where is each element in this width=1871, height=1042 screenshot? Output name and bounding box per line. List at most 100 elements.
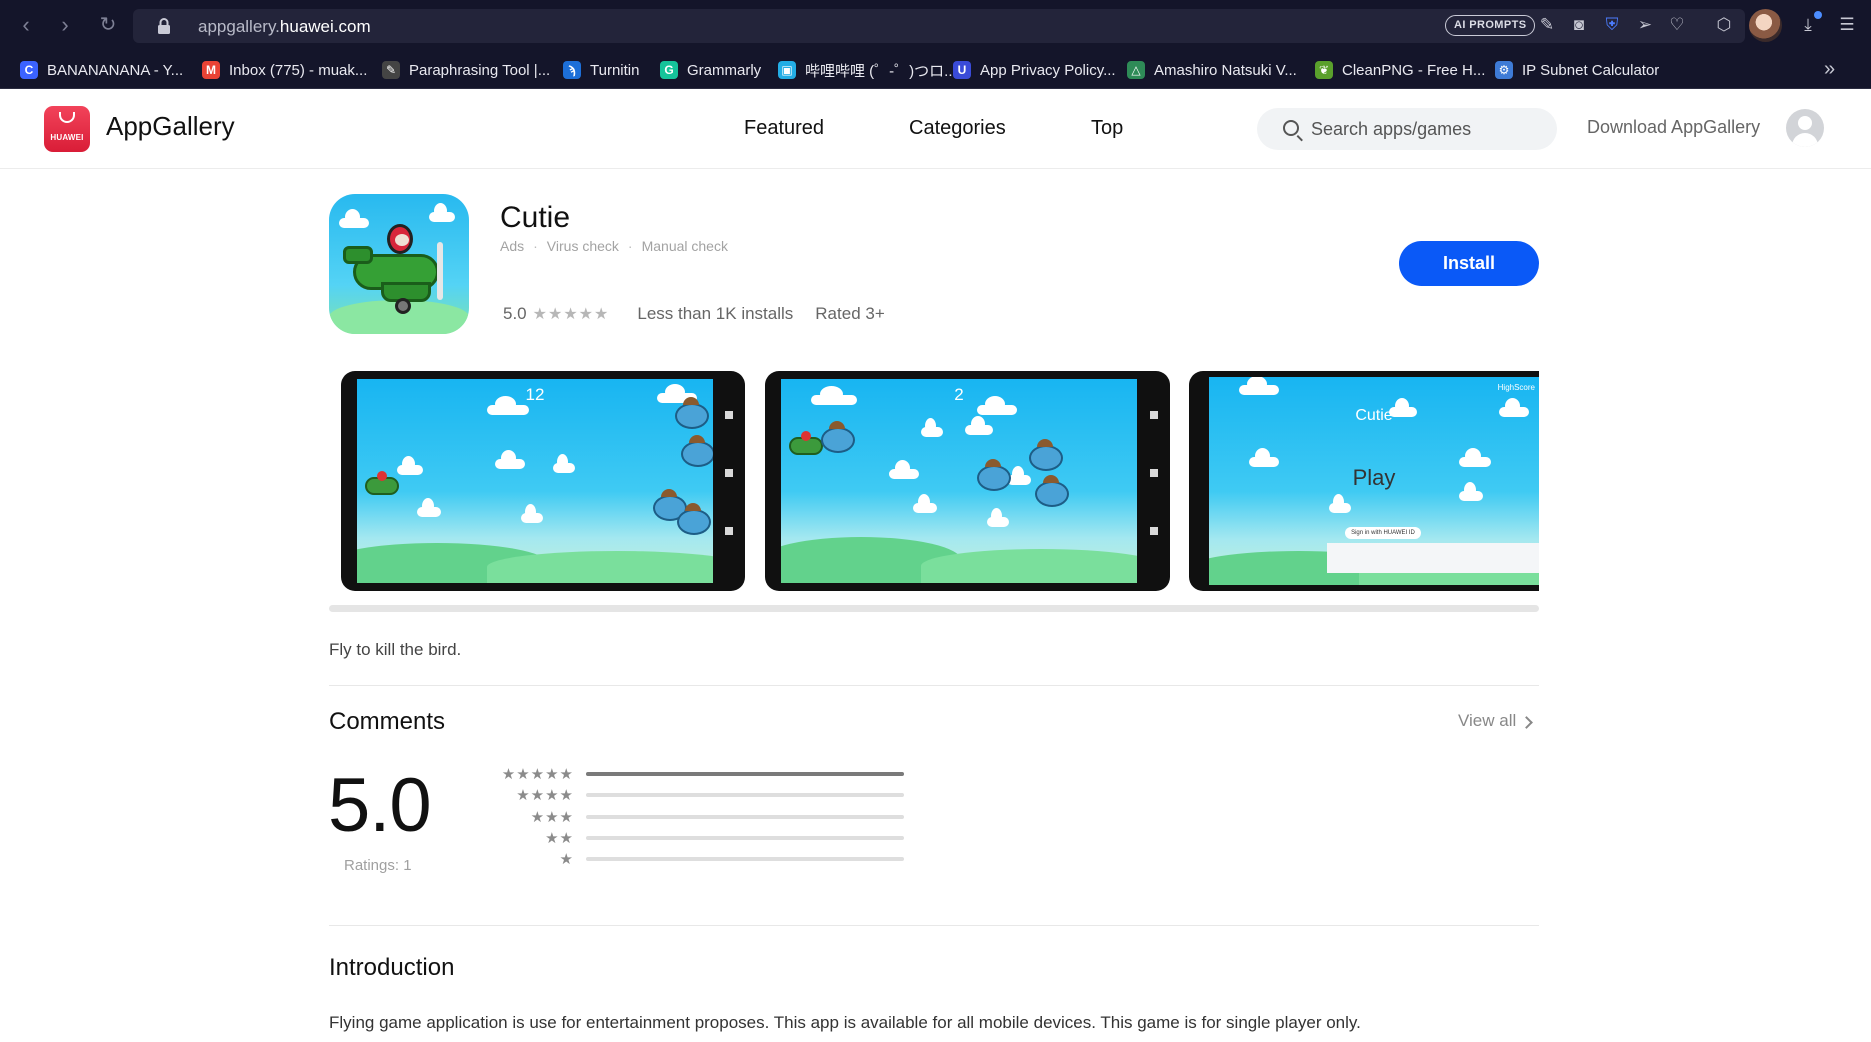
brand-name[interactable]: AppGallery <box>106 111 235 142</box>
reload-icon[interactable]: ↻ <box>96 13 120 37</box>
bookmark-label: Turnitin <box>590 61 640 79</box>
profile-avatar[interactable] <box>1749 9 1782 42</box>
back-icon[interactable]: ‹ <box>14 13 38 37</box>
browser-toolbar: ‹ › ↻ appgallery.huawei.com AI PROMPTS ✎… <box>0 0 1871 51</box>
app-age-rating: Rated 3+ <box>815 304 885 323</box>
app-title: Cutie <box>500 201 571 234</box>
distribution-stars-icon: ★★★★ <box>516 787 574 805</box>
bookmark-favicon-icon: ❦ <box>1315 61 1333 79</box>
lock-icon <box>158 18 170 34</box>
app-stats: 5.0 ★★★★★ Less than 1K installs Rated 3+ <box>503 304 885 324</box>
distribution-stars-icon: ★★ <box>545 829 574 847</box>
camera-icon[interactable]: ◙ <box>1568 14 1590 36</box>
distribution-row: ★★★★ <box>480 787 905 805</box>
nav-top[interactable]: Top <box>1091 117 1123 140</box>
edit-icon[interactable]: ✎ <box>1536 14 1558 36</box>
notification-dot <box>1814 11 1822 19</box>
bookmark-favicon-icon: U <box>953 61 971 79</box>
bookmark-label: Grammarly <box>687 61 762 79</box>
tag-ads: Ads <box>500 238 525 254</box>
screenshots-scrollbar[interactable] <box>329 605 1539 612</box>
forward-icon[interactable]: › <box>53 13 77 37</box>
screenshot-3[interactable]: HighScore Cutie Play Sign in with HUAWEI… <box>1189 371 1539 591</box>
bookmark-item[interactable]: G Grammarly <box>660 58 761 82</box>
bookmark-item[interactable]: U App Privacy Policy... <box>953 58 1116 82</box>
send-icon[interactable]: ➢ <box>1634 14 1656 36</box>
screenshot-2[interactable]: 2 <box>765 371 1170 591</box>
more-bookmarks-icon[interactable]: » <box>1824 58 1835 81</box>
bookmark-item[interactable]: ▣ 哔哩哔哩 (゜-゜)つロ... <box>778 58 957 82</box>
bookmark-label: 哔哩哔哩 (゜-゜)つロ... <box>805 62 957 80</box>
tag-virus-check: Virus check <box>546 238 619 254</box>
bookmark-label: CleanPNG - Free H... <box>1342 61 1486 79</box>
search-icon[interactable] <box>1283 120 1299 136</box>
menu-icon[interactable]: ☰ <box>1836 14 1858 36</box>
ai-prompts-button[interactable]: AI PROMPTS <box>1445 15 1536 36</box>
app-installs: Less than 1K installs <box>637 304 794 323</box>
distribution-bar <box>586 835 904 840</box>
bookmark-label: IP Subnet Calculator <box>1522 61 1660 79</box>
app-description: Fly to kill the bird. <box>329 640 462 659</box>
nav-categories[interactable]: Categories <box>909 117 1006 140</box>
search-box[interactable] <box>1257 108 1557 150</box>
download-appgallery-link[interactable]: Download AppGallery <box>1587 117 1760 138</box>
distribution-bar <box>586 772 904 776</box>
bookmark-item[interactable]: ✎ Paraphrasing Tool |... <box>382 58 550 82</box>
distribution-row: ★★ <box>480 829 905 847</box>
bookmark-favicon-icon: C <box>20 61 38 79</box>
view-all-link[interactable]: View all <box>1458 711 1534 731</box>
bookmark-item[interactable]: M Inbox (775) - muak... <box>202 58 367 82</box>
average-rating: 5.0 <box>328 763 432 848</box>
bookmark-label: BANANANANA - Y... <box>47 61 184 79</box>
heart-icon[interactable]: ♡ <box>1666 14 1688 36</box>
bookmark-item[interactable]: ϡ Turnitin <box>563 58 639 82</box>
rating-stars-icon: ★★★★★ <box>532 306 610 323</box>
bag-icon <box>59 112 75 123</box>
nav-featured[interactable]: Featured <box>744 117 824 140</box>
bookmark-label: App Privacy Policy... <box>980 61 1116 79</box>
distribution-row: ★★★★★ <box>480 766 905 783</box>
game-play-label: Play <box>1352 465 1396 490</box>
bookmark-favicon-icon: ✎ <box>382 61 400 79</box>
bookmarks-bar: C BANANANANA - Y... M Inbox (775) - muak...… <box>0 51 1871 89</box>
bookmark-favicon-icon: ϡ <box>563 61 581 79</box>
huawei-logo[interactable]: HUAWEI <box>44 106 90 152</box>
bookmark-item[interactable]: ❦ CleanPNG - Free H... <box>1315 58 1485 82</box>
introduction-title: Introduction <box>329 954 455 981</box>
distribution-stars-icon: ★★★ <box>530 808 574 826</box>
search-input[interactable] <box>1311 108 1541 150</box>
screenshot-1[interactable]: 12 <box>341 371 745 591</box>
highscore-label: HighScore <box>1497 383 1535 392</box>
distribution-bar <box>586 814 904 819</box>
distribution-bar <box>586 857 904 862</box>
distribution-bar-fill <box>586 772 904 776</box>
bookmark-favicon-icon: M <box>202 61 220 79</box>
game-score: 12 <box>525 385 545 404</box>
introduction-text: Flying game application is use for enter… <box>329 1013 1361 1032</box>
bookmark-item[interactable]: △ Amashiro Natsuki V... <box>1127 58 1297 82</box>
app-tags: Ads · Virus check · Manual check <box>500 238 728 254</box>
bookmark-favicon-icon: G <box>660 61 678 79</box>
user-avatar-icon[interactable] <box>1786 109 1824 147</box>
app-rating: 5.0 <box>503 304 527 323</box>
bookmark-label: Inbox (775) - muak... <box>229 61 368 79</box>
distribution-stars-icon: ★ <box>559 851 574 869</box>
cube-icon[interactable]: ⬡ <box>1713 14 1735 36</box>
ratings-count: Ratings: 1 <box>344 857 412 874</box>
game-score: 2 <box>954 385 964 404</box>
bookmark-item[interactable]: ⚙ IP Subnet Calculator <box>1495 58 1659 82</box>
tag-manual-check: Manual check <box>641 238 728 254</box>
bookmark-item[interactable]: C BANANANANA - Y... <box>20 58 183 82</box>
divider <box>329 685 1539 686</box>
site-header: HUAWEI AppGallery Featured Categories To… <box>0 89 1871 169</box>
bookmark-label: Amashiro Natsuki V... <box>1154 61 1297 79</box>
game-title: Cutie <box>1355 407 1393 424</box>
game-signin-label: Sign in with HUAWEI ID <box>1345 527 1421 539</box>
distribution-stars-icon: ★★★★★ <box>501 766 574 783</box>
bookmark-label: Paraphrasing Tool |... <box>409 61 551 79</box>
distribution-bar <box>586 793 904 798</box>
shield-icon[interactable]: ⛨ <box>1601 14 1623 36</box>
install-button[interactable]: Install <box>1399 241 1539 286</box>
divider <box>329 925 1539 926</box>
distribution-row: ★ <box>480 851 905 869</box>
